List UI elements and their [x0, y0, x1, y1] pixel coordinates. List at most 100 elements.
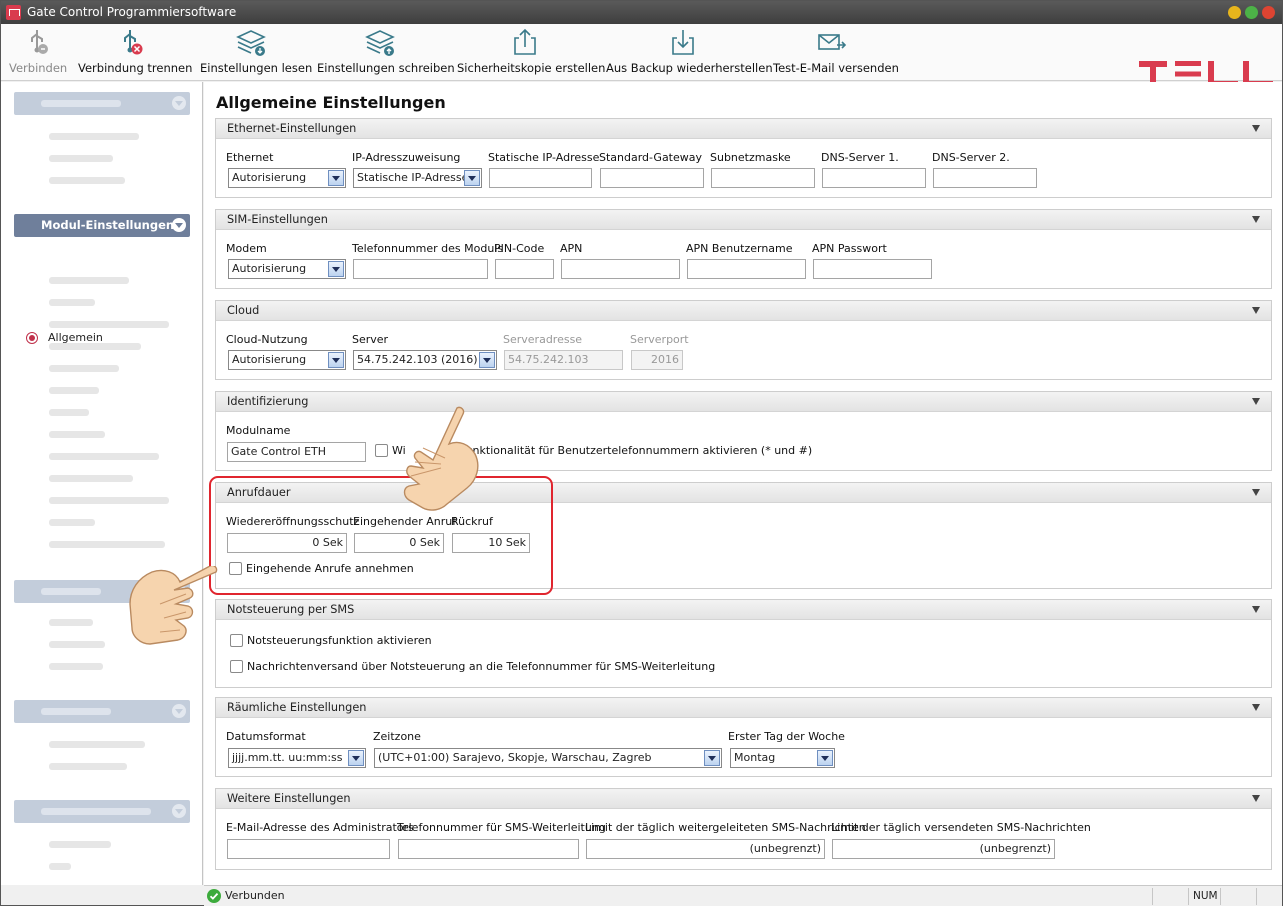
sidebar-item-blurred[interactable] — [49, 475, 133, 482]
section-header[interactable]: Identifizierung — [216, 392, 1271, 412]
checkbox-box[interactable] — [375, 444, 388, 457]
timezone-select[interactable]: (UTC+01:00) Sarajevo, Skopje, Warschau, … — [374, 748, 722, 768]
checkbox-box[interactable] — [230, 634, 243, 647]
section-regional: Räumliche Einstellungen Datumsformat jjj… — [215, 697, 1272, 777]
apn-input[interactable] — [561, 259, 680, 279]
section-header[interactable]: SIM-Einstellungen — [216, 210, 1271, 230]
sidebar-item-blurred[interactable] — [49, 641, 105, 648]
section-header[interactable]: Räumliche Einstellungen — [216, 698, 1271, 718]
emergency-activate-checkbox[interactable]: Notsteuerungsfunktion aktivieren — [230, 634, 432, 647]
dns1-input[interactable] — [822, 168, 926, 188]
window-title: Gate Control Programmiersoftware — [27, 5, 237, 19]
limit-sent-input[interactable]: (unbegrenzt) — [832, 839, 1055, 859]
sidebar-item-blurred[interactable] — [49, 365, 119, 372]
sidebar-item-blurred[interactable] — [49, 431, 105, 438]
write-settings-button[interactable]: Einstellungen schreiben — [317, 27, 455, 75]
sidebar-item-blurred[interactable] — [49, 453, 159, 460]
timezone-label: Zeitzone — [373, 730, 421, 743]
section-header[interactable]: Weitere Einstellungen — [216, 789, 1271, 809]
sidebar-item-blurred[interactable] — [49, 277, 129, 284]
restore-backup-button[interactable]: Aus Backup wiederherstellen — [606, 27, 773, 75]
sidebar-item-blurred[interactable] — [49, 343, 141, 350]
checkbox-box[interactable] — [229, 562, 242, 575]
layers-upload-icon — [365, 30, 395, 56]
sidebar-item-blurred[interactable] — [49, 763, 127, 770]
connect-button[interactable]: Verbinden — [9, 27, 67, 75]
sidebar-item-blurred[interactable] — [49, 863, 71, 870]
restore-backup-label: Aus Backup wiederherstellen — [606, 61, 773, 75]
sidebar-item-blurred[interactable] — [49, 619, 93, 626]
sidebar-item-blurred[interactable] — [49, 409, 89, 416]
apn-password-input[interactable] — [813, 259, 932, 279]
ethernet-select[interactable]: Autorisierung — [228, 168, 346, 188]
status-pane-scrl — [1220, 888, 1256, 905]
dropdown-arrow-icon[interactable] — [464, 170, 480, 186]
callback-input[interactable]: 10 Sek — [452, 533, 530, 553]
dropdown-arrow-icon[interactable] — [328, 352, 344, 368]
emergency-forward-checkbox[interactable]: Nachrichtenversand über Notsteuerung an … — [230, 660, 715, 673]
accept-incoming-checkbox[interactable]: Eingehende Anrufe annehmen — [229, 562, 414, 575]
dropdown-arrow-icon[interactable] — [348, 750, 364, 766]
sidebar-group-3[interactable] — [14, 700, 190, 723]
section-ethernet: Ethernet-Einstellungen Ethernet Autorisi… — [215, 118, 1272, 198]
status-pane-extra — [1256, 888, 1280, 905]
sidebar-group-1[interactable] — [14, 92, 190, 115]
sidebar-item-blurred[interactable] — [49, 133, 139, 140]
sidebar-item-blurred[interactable] — [49, 387, 99, 394]
first-day-select[interactable]: Montag — [730, 748, 835, 768]
sidebar-item-blurred[interactable] — [49, 741, 145, 748]
dropdown-arrow-icon[interactable] — [328, 170, 344, 186]
apn-user-label: APN Benutzername — [686, 242, 793, 255]
sidebar-item-blurred[interactable] — [49, 519, 95, 526]
sidebar-item-blurred[interactable] — [49, 299, 95, 306]
pin-input[interactable] — [495, 259, 554, 279]
dropdown-arrow-icon[interactable] — [328, 261, 344, 277]
sidebar-item-blurred[interactable] — [49, 321, 169, 328]
section-header[interactable]: Cloud — [216, 301, 1271, 321]
dropdown-arrow-icon[interactable] — [704, 750, 720, 766]
sidebar-item-blurred[interactable] — [49, 177, 125, 184]
limit-forwarded-label: Limit der täglich weitergeleiteten SMS-N… — [585, 821, 866, 834]
select-value: 54.75.242.103 (2016) — [357, 353, 478, 366]
section-title: Notsteuerung per SMS — [227, 603, 355, 616]
close-button[interactable] — [1262, 6, 1275, 19]
sidebar-item-blurred[interactable] — [49, 663, 103, 670]
module-phone-input[interactable] — [353, 259, 488, 279]
gateway-input[interactable] — [600, 168, 704, 188]
dns2-input[interactable] — [933, 168, 1037, 188]
read-settings-button[interactable]: Einstellungen lesen — [200, 27, 312, 75]
dropdown-arrow-icon[interactable] — [479, 352, 495, 368]
static-ip-input[interactable] — [489, 168, 592, 188]
send-test-email-button[interactable]: Test-E-Mail versenden — [773, 27, 899, 75]
admin-email-input[interactable] — [227, 839, 390, 859]
sidebar-item-blurred[interactable] — [49, 841, 111, 848]
checkbox-label: Nachrichtenversand über Notsteuerung an … — [247, 660, 716, 673]
section-header[interactable]: Notsteuerung per SMS — [216, 600, 1271, 620]
date-format-select[interactable]: jjjj.mm.tt. uu:mm:ss — [228, 748, 366, 768]
modem-select[interactable]: Autorisierung — [228, 259, 346, 279]
server-address-input: 54.75.242.103 — [504, 350, 623, 370]
sidebar-item-blurred[interactable] — [49, 541, 165, 548]
sms-forward-input[interactable] — [398, 839, 579, 859]
disconnect-button[interactable]: Verbindung trennen — [78, 27, 192, 75]
section-header[interactable]: Anrufdauer — [216, 483, 1271, 503]
section-header[interactable]: Ethernet-Einstellungen — [216, 119, 1271, 139]
server-select[interactable]: 54.75.242.103 (2016) — [353, 350, 497, 370]
maximize-button[interactable] — [1245, 6, 1258, 19]
apn-user-input[interactable] — [687, 259, 806, 279]
ip-assignment-select[interactable]: Statische IP-Adresse — [353, 168, 482, 188]
minimize-button[interactable] — [1228, 6, 1241, 19]
sidebar-item-blurred[interactable] — [49, 155, 113, 162]
sidebar-group-4[interactable] — [14, 800, 190, 823]
dropdown-arrow-icon[interactable] — [817, 750, 833, 766]
sidebar-group-module-settings[interactable]: Modul-Einstellungen — [14, 214, 190, 237]
checkbox-box[interactable] — [230, 660, 243, 673]
cloud-usage-select[interactable]: Autorisierung — [228, 350, 346, 370]
sidebar-item-blurred[interactable] — [49, 497, 169, 504]
create-backup-button[interactable]: Sicherheitskopie erstellen — [457, 27, 605, 75]
incoming-call-input[interactable]: 0 Sek — [354, 533, 444, 553]
reopen-protection-input[interactable]: 0 Sek — [227, 533, 347, 553]
subnet-input[interactable] — [711, 168, 815, 188]
module-name-input[interactable]: Gate Control ETH — [227, 442, 366, 462]
limit-forwarded-input[interactable]: (unbegrenzt) — [586, 839, 825, 859]
